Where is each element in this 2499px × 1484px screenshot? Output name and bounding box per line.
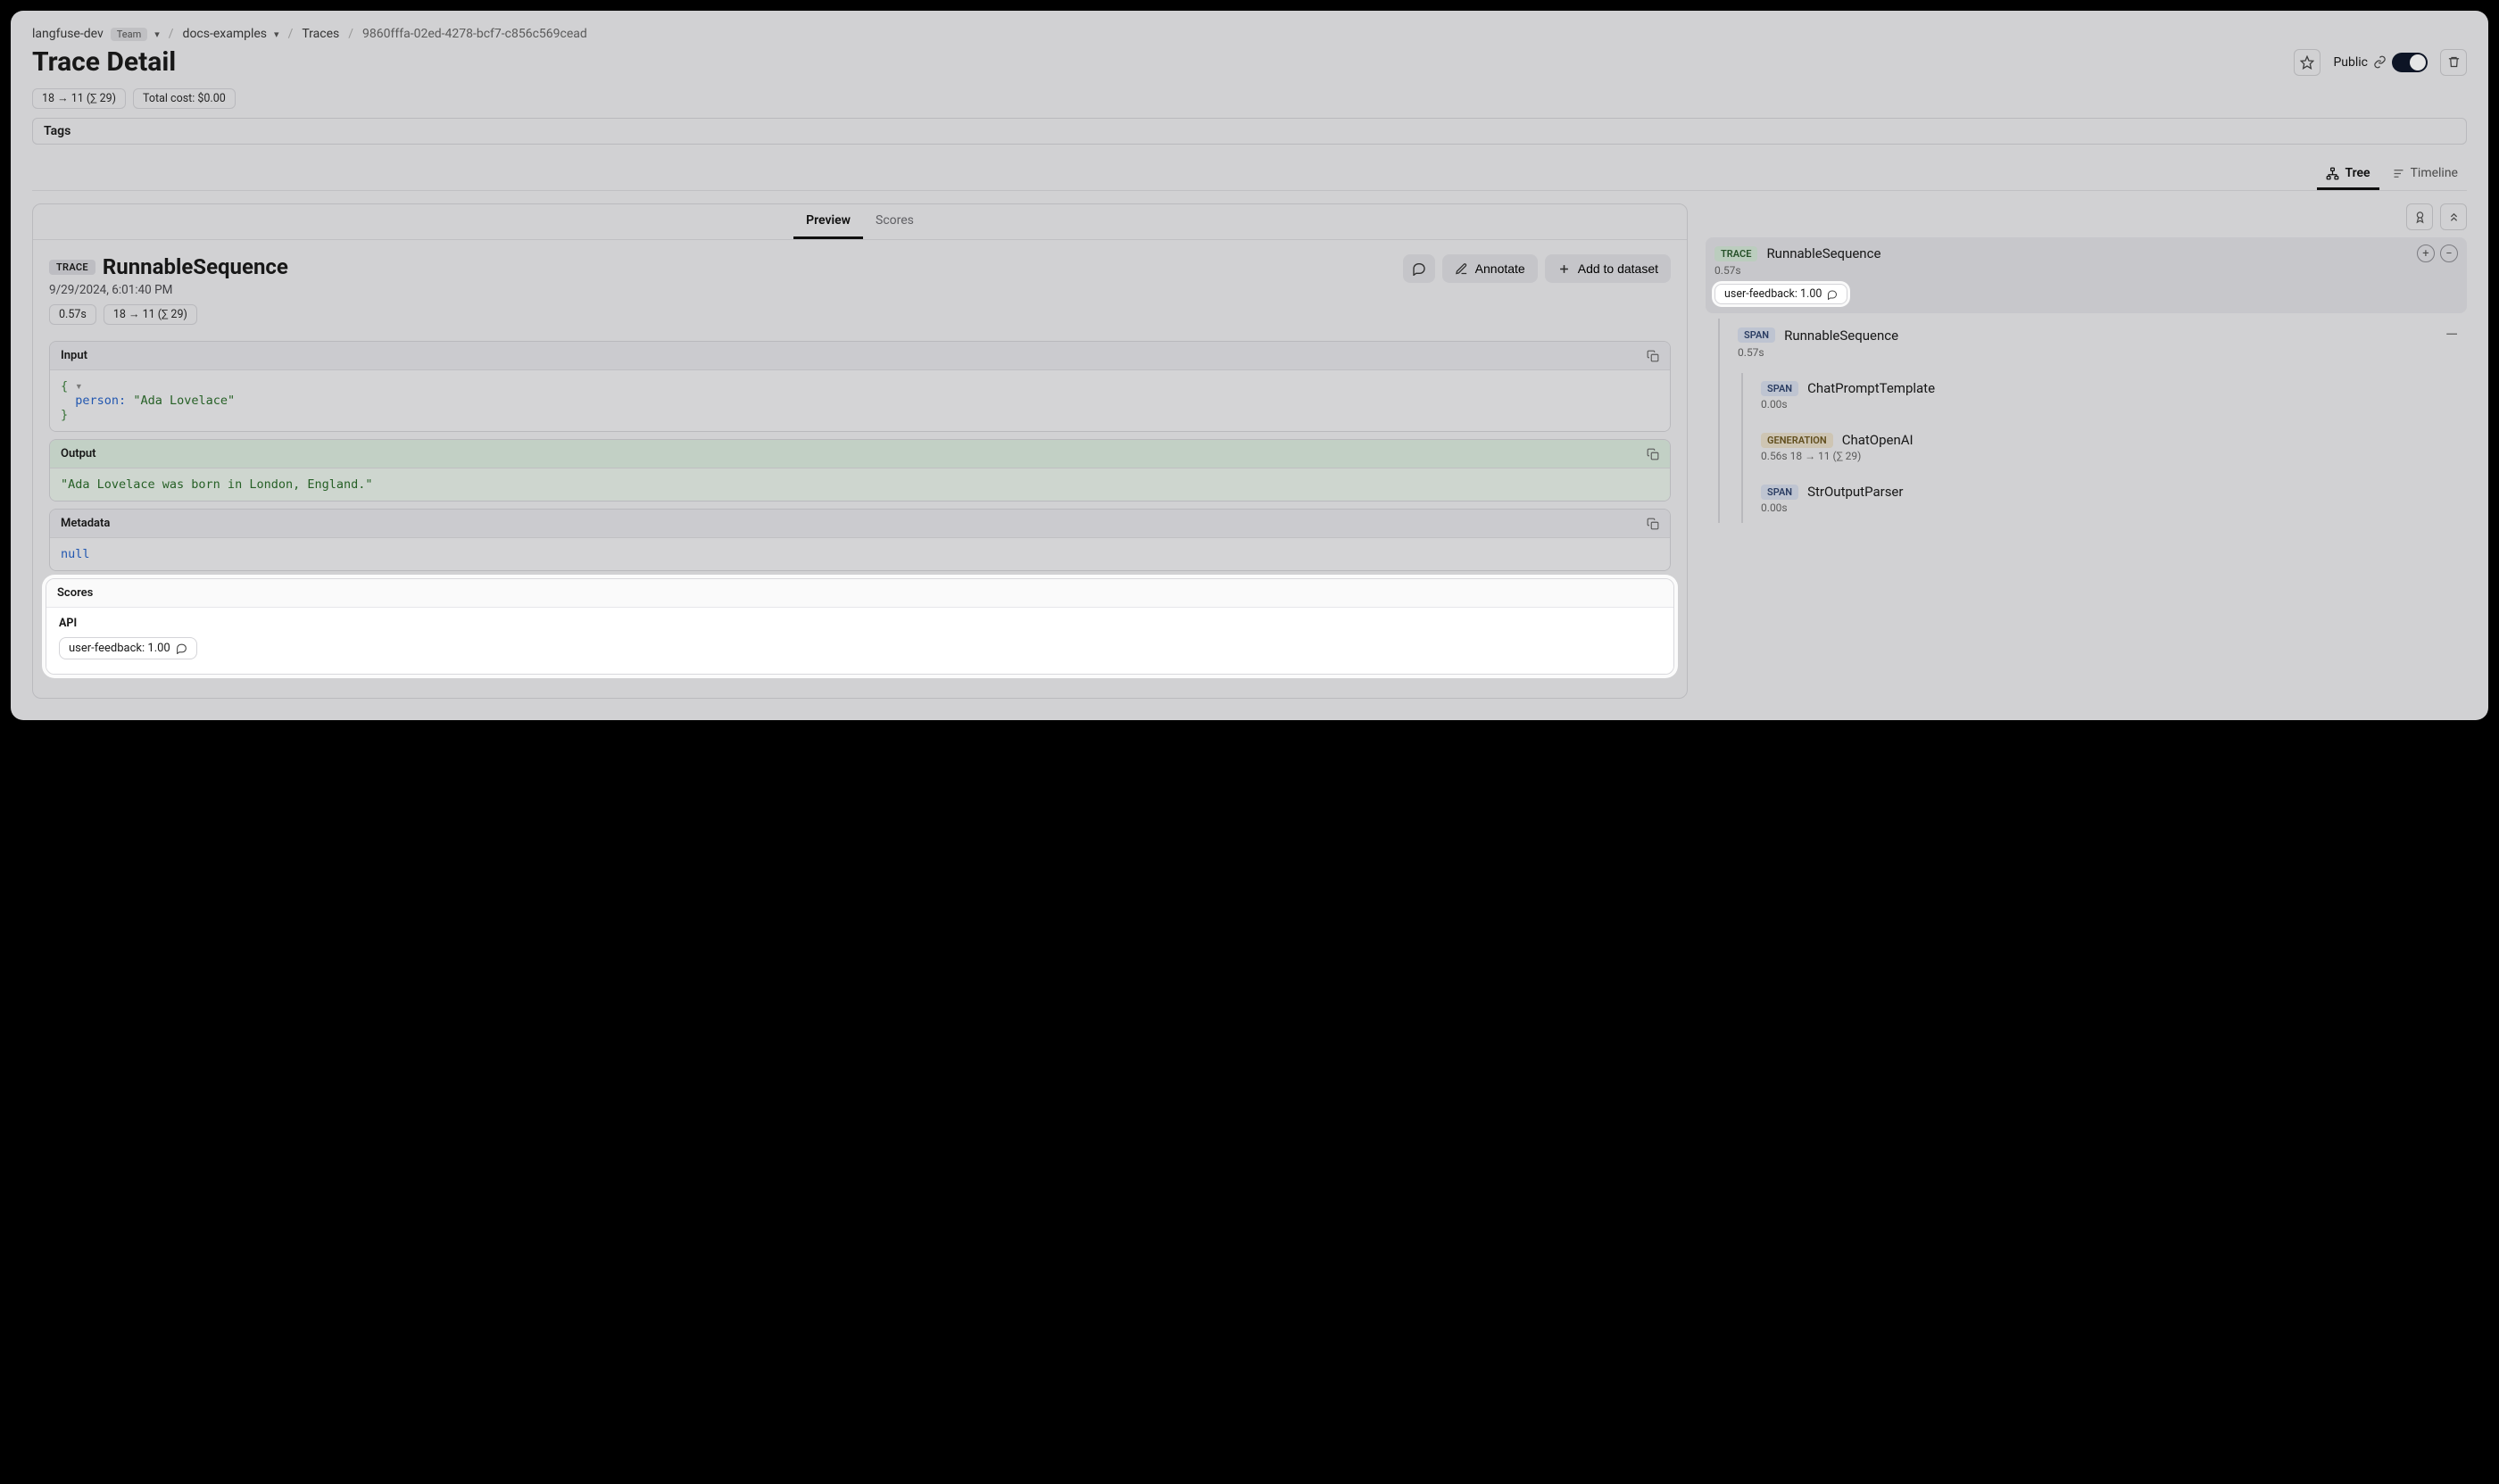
node-score-pill[interactable]: user-feedback: 1.00 bbox=[1714, 284, 1847, 304]
breadcrumb-trace-id: 9860fffa-02ed-4278-bcf7-c856c569cead bbox=[362, 27, 587, 41]
input-body: { ▾ person: "Ada Lovelace" } bbox=[50, 370, 1670, 431]
breadcrumb: langfuse-dev Team ▾ / docs-examples ▾ / … bbox=[32, 27, 2467, 41]
tree-node[interactable]: GENERATION ChatOpenAI 0.56s 18 → 11 (∑ 2… bbox=[1752, 425, 2467, 471]
latency-chip: 0.57s bbox=[49, 304, 96, 325]
breadcrumb-separator: / bbox=[288, 27, 294, 41]
trace-timestamp: 9/29/2024, 6:01:40 PM bbox=[49, 283, 288, 297]
tab-timeline-label: Timeline bbox=[2411, 166, 2458, 180]
node-type-badge: GENERATION bbox=[1761, 433, 1833, 448]
node-title: ChatPromptTemplate bbox=[1807, 380, 1935, 396]
chevron-down-icon[interactable]: ▾ bbox=[154, 29, 160, 40]
tab-tree-label: Tree bbox=[2345, 166, 2370, 180]
metadata-body: null bbox=[50, 538, 1670, 570]
copy-button[interactable] bbox=[1647, 448, 1659, 460]
node-sub: 0.56s 18 → 11 (∑ 29) bbox=[1761, 450, 2458, 462]
node-sub: 0.00s bbox=[1761, 398, 2458, 410]
subtab-scores[interactable]: Scores bbox=[863, 204, 926, 239]
node-collapse-toggle[interactable]: — bbox=[2445, 326, 2458, 344]
node-add-button[interactable]: + bbox=[2417, 245, 2435, 262]
comment-button[interactable] bbox=[1403, 254, 1435, 283]
tokens-chip: 18 → 11 (∑ 29) bbox=[32, 88, 126, 109]
score-pill-text: user-feedback: 1.00 bbox=[69, 642, 170, 655]
chevron-down-icon[interactable]: ▾ bbox=[274, 29, 279, 40]
public-toggle[interactable] bbox=[2392, 53, 2428, 72]
score-pill[interactable]: user-feedback: 1.00 bbox=[59, 637, 197, 659]
subtab-preview[interactable]: Preview bbox=[793, 204, 863, 239]
public-label: Public bbox=[2333, 55, 2368, 70]
collapse-icon bbox=[2447, 211, 2461, 224]
node-title: ChatOpenAI bbox=[1842, 432, 1914, 448]
breadcrumb-org[interactable]: langfuse-dev bbox=[32, 27, 104, 41]
timeline-icon bbox=[2392, 167, 2405, 180]
tab-timeline[interactable]: Timeline bbox=[2383, 159, 2467, 190]
plus-icon bbox=[1557, 262, 1571, 276]
trace-title: RunnableSequence bbox=[103, 254, 288, 279]
breadcrumb-section[interactable]: Traces bbox=[302, 27, 339, 41]
tree-node-root[interactable]: TRACE RunnableSequence + − 0.57s user-fe… bbox=[1706, 237, 2467, 313]
copy-button[interactable] bbox=[1647, 518, 1659, 530]
tree-icon bbox=[2326, 167, 2339, 180]
tree-node[interactable]: SPAN RunnableSequence — 0.57s bbox=[1729, 319, 2467, 368]
tree-action-button[interactable] bbox=[2406, 203, 2433, 230]
page-title: Trace Detail bbox=[32, 46, 176, 78]
output-body: "Ada Lovelace was born in London, Englan… bbox=[50, 468, 1670, 501]
node-title: RunnableSequence bbox=[1766, 245, 1880, 261]
node-type-badge: SPAN bbox=[1761, 485, 1798, 500]
metadata-label: Metadata bbox=[61, 517, 110, 530]
annotate-label: Annotate bbox=[1475, 261, 1525, 276]
add-to-dataset-label: Add to dataset bbox=[1578, 261, 1658, 276]
team-badge: Team bbox=[111, 28, 148, 41]
badge-icon bbox=[2413, 211, 2427, 224]
trace-type-badge: TRACE bbox=[49, 260, 95, 275]
tokens-chip: 18 → 11 (∑ 29) bbox=[104, 304, 197, 325]
star-button[interactable] bbox=[2294, 49, 2320, 76]
input-label: Input bbox=[61, 349, 87, 362]
pencil-square-icon bbox=[1455, 262, 1468, 276]
node-title: RunnableSequence bbox=[1784, 327, 1898, 344]
delete-button[interactable] bbox=[2440, 49, 2467, 76]
comment-icon bbox=[1827, 289, 1838, 300]
breadcrumb-project[interactable]: docs-examples bbox=[183, 27, 267, 41]
scores-group-label: API bbox=[59, 617, 1661, 630]
tree-node[interactable]: SPAN StrOutputParser 0.00s bbox=[1752, 477, 2467, 523]
node-type-badge: SPAN bbox=[1738, 327, 1775, 343]
collapse-all-button[interactable] bbox=[2440, 203, 2467, 230]
tab-tree[interactable]: Tree bbox=[2317, 159, 2379, 190]
node-sub: 0.57s bbox=[1714, 264, 2458, 277]
node-type-badge: TRACE bbox=[1714, 246, 1757, 261]
breadcrumb-separator: / bbox=[169, 27, 174, 41]
output-label: Output bbox=[61, 447, 96, 460]
scores-label: Scores bbox=[57, 586, 93, 600]
node-sub: 0.57s bbox=[1738, 346, 2458, 359]
tree-node[interactable]: SPAN ChatPromptTemplate 0.00s bbox=[1752, 373, 2467, 419]
tags-box[interactable]: Tags bbox=[32, 118, 2467, 145]
breadcrumb-separator: / bbox=[348, 27, 353, 41]
comment-icon bbox=[176, 643, 187, 654]
node-type-badge: SPAN bbox=[1761, 381, 1798, 396]
node-title: StrOutputParser bbox=[1807, 484, 1903, 500]
scores-panel: Scores API user-feedback: 1.00 bbox=[46, 578, 1674, 675]
copy-button[interactable] bbox=[1647, 350, 1659, 362]
link-icon bbox=[2373, 55, 2387, 69]
add-to-dataset-button[interactable]: Add to dataset bbox=[1545, 254, 1671, 283]
comment-icon bbox=[1412, 261, 1426, 276]
cost-chip: Total cost: $0.00 bbox=[133, 88, 236, 109]
node-score-text: user-feedback: 1.00 bbox=[1724, 287, 1822, 301]
node-sub: 0.00s bbox=[1761, 502, 2458, 514]
annotate-button[interactable]: Annotate bbox=[1442, 254, 1538, 283]
node-remove-button[interactable]: − bbox=[2440, 245, 2458, 262]
